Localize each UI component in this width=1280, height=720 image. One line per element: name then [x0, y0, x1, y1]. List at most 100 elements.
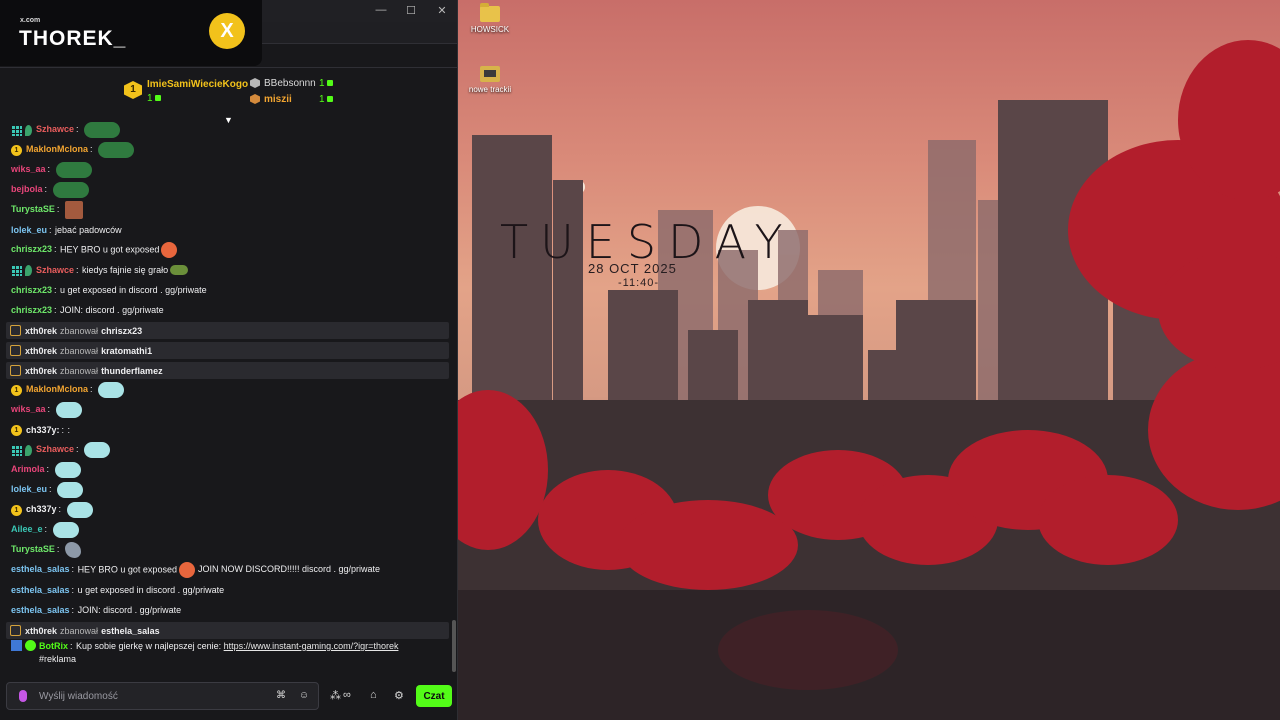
chat-username[interactable]: ch337y:: [26, 425, 60, 435]
brand-name: THOREK_: [19, 27, 127, 50]
rank-3-badge-icon: [250, 94, 260, 104]
chat-message: Szhawce:: [11, 440, 451, 460]
chat-message-text: #reklama: [39, 654, 77, 664]
chat-message: esthela_salas: u get exposed in discord …: [11, 585, 225, 595]
chat-username[interactable]: chriszx23: [11, 305, 52, 315]
leader-second-count: 1: [319, 78, 333, 89]
chat-message-text: HEY BRO u got exposed: [77, 564, 177, 575]
store-icon[interactable]: ⌂: [370, 689, 377, 701]
desktop-folder-howsick[interactable]: HOWSICK: [458, 3, 522, 34]
brand-platform: x.com: [20, 17, 41, 24]
leader-second-name[interactable]: BBebsonnn: [264, 78, 316, 89]
chat-message: Szhawce: kiedys fajnie się grało: [11, 260, 451, 280]
close-button[interactable]: ✕: [435, 4, 449, 17]
translate-icon[interactable]: ⌘: [275, 690, 287, 701]
leader-first-count: 1: [147, 93, 161, 104]
chat-username[interactable]: chriszx23: [11, 244, 52, 254]
chat-message-text: JOIN NOW DISCORD!!!!! discord . gg/priwa…: [197, 564, 381, 575]
chat-message: Arimola:: [11, 460, 451, 480]
ghost-emote-icon: [57, 482, 84, 498]
x-logo-icon: X: [209, 13, 245, 49]
settings-gear-icon[interactable]: ⚙: [394, 689, 404, 702]
leader-first-name[interactable]: ImieSamiWiecieKogo: [147, 79, 248, 90]
banned-user-name[interactable]: chriszx23: [101, 326, 142, 336]
moderator-name[interactable]: xth0rek: [25, 366, 57, 376]
verified-badge-icon: [25, 640, 36, 651]
rank-2-badge-icon: [250, 78, 260, 88]
rewards-icon[interactable]: ⁂: [330, 689, 341, 702]
infinity-icon[interactable]: ∞: [343, 689, 351, 701]
chat-username[interactable]: chriszx23: [11, 285, 52, 295]
moderator-name[interactable]: xth0rek: [25, 626, 57, 636]
chat-username[interactable]: Szhawce: [36, 444, 74, 454]
moderator-shield-icon: [10, 365, 21, 376]
ban-notice: xth0rek zbanował thunderflamez: [6, 362, 449, 379]
cap-emote-icon: [170, 265, 189, 276]
chat-username[interactable]: lolek_eu: [11, 225, 47, 235]
window-titlebar: — ☐ ✕: [262, 0, 457, 22]
chat-input-box[interactable]: ⌘ ☺: [6, 682, 319, 710]
chat-message: lolek_eu: jebać padowców: [11, 225, 122, 235]
chat-link[interactable]: https://www.instant-gaming.com/?igr=thor…: [224, 641, 399, 651]
frog-emote-icon: [98, 142, 135, 158]
gift-leaderboard[interactable]: 1 ImieSamiWiecieKogo 1 BBebsonnn 1 miszi…: [0, 69, 457, 117]
ghost-emote-icon: [66, 502, 93, 518]
desktop-folder-nowe-trackii[interactable]: nowe trackii: [458, 66, 522, 94]
ban-notice: xth0rek zbanował esthela_salas: [6, 622, 449, 639]
chat-username[interactable]: esthela_salas: [11, 564, 70, 574]
chat-message: esthela_salas: JOIN: discord . gg/priwat…: [11, 605, 182, 615]
banned-user-name[interactable]: kratomathi1: [101, 346, 152, 356]
chat-scrollbar[interactable]: [452, 620, 456, 672]
ban-action-text: zbanował: [60, 625, 99, 636]
minimize-button[interactable]: —: [374, 4, 388, 16]
chat-message-text: HEY BRO u got exposed: [60, 244, 160, 255]
chat-message: 1 ch337y:: :: [11, 420, 451, 440]
chat-username[interactable]: MaklonMclona: [26, 384, 88, 394]
moderator-name[interactable]: xth0rek: [25, 326, 57, 336]
ghost-emote-icon: [54, 462, 81, 478]
chat-message-list: Szhawce: 1 MaklonMclona: wiks_aa: bejbola…: [0, 120, 457, 676]
chat-username[interactable]: TurystaSE: [11, 204, 55, 214]
chat-username[interactable]: Ailee_e: [11, 524, 43, 534]
emoji-icon[interactable]: ☺: [298, 690, 310, 701]
desktop-icon-label: nowe trackii: [468, 85, 512, 94]
moderator-name[interactable]: xth0rek: [25, 346, 57, 356]
chat-username[interactable]: Arimola: [11, 464, 45, 474]
bot-badge-icon: [11, 640, 22, 651]
banned-user-name[interactable]: thunderflamez: [101, 366, 163, 376]
chat-username[interactable]: esthela_salas: [11, 585, 70, 595]
chat-username[interactable]: ch337y: [26, 504, 57, 514]
chat-message: 1 MaklonMclona:: [11, 380, 451, 400]
chat-username[interactable]: wiks_aa: [11, 404, 46, 414]
chat-window: — ☐ ✕ x.com THOREK_ X 1 ImieSamiWiecieKo…: [0, 0, 458, 720]
chat-username[interactable]: MaklonMclona: [26, 144, 88, 154]
microphone-icon[interactable]: [19, 690, 27, 702]
banned-user-name[interactable]: esthela_salas: [101, 626, 160, 636]
gifter-badge-icon: 1: [11, 504, 22, 516]
ban-action-text: zbanował: [60, 345, 99, 356]
desktop-wallpaper: HOWSICK nowe trackii TUESDAY 28 OCT 2025…: [458, 0, 1280, 720]
ghost-emote-icon: [55, 402, 82, 418]
chat-username[interactable]: wiks_aa: [11, 164, 46, 174]
chat-username[interactable]: Szhawce: [36, 124, 74, 134]
moderator-shield-icon: [10, 345, 21, 356]
chat-username[interactable]: lolek_eu: [11, 484, 47, 494]
chat-username[interactable]: Szhawce: [36, 265, 74, 275]
chat-username[interactable]: BotRix: [39, 641, 68, 651]
chat-username[interactable]: bejbola: [11, 184, 43, 194]
moderator-shield-icon: [10, 325, 21, 336]
angry-emote-icon: [161, 242, 178, 258]
chat-message-text: jebać padowców: [55, 225, 122, 235]
chat-message: wiks_aa:: [11, 400, 451, 420]
face-emote-icon: [64, 201, 83, 219]
chat-message-text: :: [67, 425, 71, 435]
maximize-button[interactable]: ☐: [404, 4, 418, 17]
send-chat-button[interactable]: Czat: [416, 685, 452, 707]
chat-message: lolek_eu:: [11, 480, 451, 500]
leader-third-name[interactable]: miszii: [264, 94, 292, 105]
chat-message-text: kiedys fajnie się grało: [82, 264, 169, 275]
chat-username[interactable]: esthela_salas: [11, 605, 70, 615]
chat-message-input[interactable]: [39, 687, 259, 705]
chat-username[interactable]: TurystaSE: [11, 544, 55, 554]
chat-message: chriszx23: JOIN: discord . gg/priwate: [11, 305, 164, 315]
